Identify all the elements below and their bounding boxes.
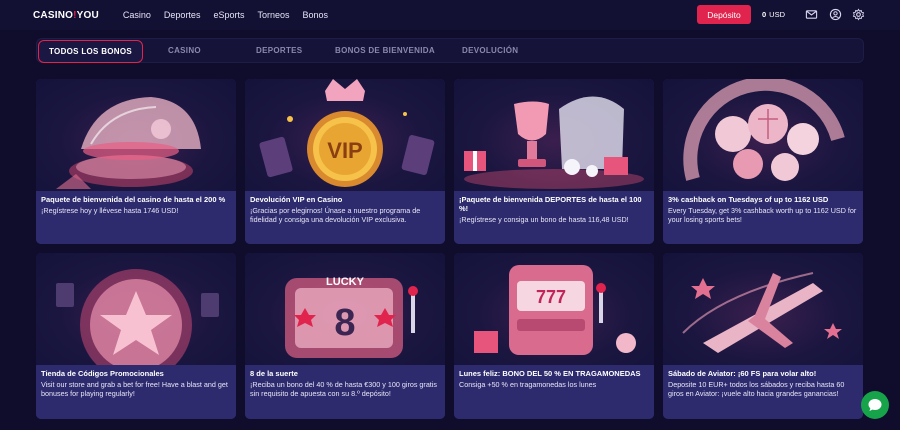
card-body: ¡Paquete de bienvenida DEPORTES de hasta… [454, 191, 654, 244]
sports-balls-illustration [663, 79, 863, 191]
card-body: Lunes feliz: BONO DEL 50 % EN TRAGAMONED… [454, 365, 654, 419]
main-nav: Casino Deportes eSports Torneos Bonos [123, 10, 328, 20]
bonus-card-lucky-8[interactable]: LUCKY 8 8 de la suerte ¡Reciba un bono d… [245, 253, 445, 419]
card-title: Tienda de Códigos Promocionales [41, 369, 164, 378]
bonus-card-happy-monday[interactable]: 777 Lunes feliz: BONO DEL 50 % EN TRAGAM… [454, 253, 654, 419]
bonus-card-casino-welcome[interactable]: Paquete de bienvenida del casino de hast… [36, 79, 236, 244]
balance-display[interactable]: 0 USD [762, 10, 785, 19]
tab-deportes[interactable]: DEPORTES [256, 46, 302, 55]
mail-icon[interactable] [805, 8, 818, 21]
card-description: ¡Reciba un bono del 40 % de hasta €300 y… [250, 380, 437, 398]
nav-torneos[interactable]: Torneos [257, 10, 289, 20]
tab-todos-los-bonos[interactable]: TODOS LOS BONOS [38, 40, 144, 63]
nav-deportes[interactable]: Deportes [164, 10, 201, 20]
card-title: ¡Paquete de bienvenida DEPORTES de hasta… [459, 195, 642, 213]
deposit-button[interactable]: Depósito [697, 5, 751, 24]
roulette-dome-illustration [36, 79, 236, 191]
tab-bonos-de-bienvenida[interactable]: BONOS DE BIENVENIDA [335, 46, 435, 55]
bonus-card-vip-cashback[interactable]: VIP Devolución VIP en Casino ¡Gracias po… [245, 79, 445, 244]
card-body: Paquete de bienvenida del casino de hast… [36, 191, 236, 244]
tab-devolucion[interactable]: DEVOLUCIÓN [462, 46, 518, 55]
bonus-card-promo-code-store[interactable]: Tienda de Códigos Promocionales Visit ou… [36, 253, 236, 419]
card-body: Tienda de Códigos Promocionales Visit ou… [36, 365, 236, 419]
star-chip-illustration [36, 253, 236, 365]
card-description: ¡Regístrese y consiga un bono de hasta 1… [459, 215, 629, 224]
card-title: Paquete de bienvenida del casino de hast… [41, 195, 226, 204]
logo-text-left: CASINO [33, 9, 74, 21]
bonus-card-aviator-saturday[interactable]: Sábado de Aviator: ¡60 FS para volar alt… [663, 253, 863, 419]
logo-text-right: YOU [76, 9, 99, 21]
card-title: Sábado de Aviator: ¡60 FS para volar alt… [668, 369, 817, 378]
bonus-card-tuesday-cashback[interactable]: 3% cashback on Tuesdays of up to 1162 US… [663, 79, 863, 244]
card-body: Devolución VIP en Casino ¡Gracias por el… [245, 191, 445, 244]
top-bar: CASINO!YOU Casino Deportes eSports Torne… [0, 0, 900, 30]
vip-coin-illustration: VIP [245, 79, 445, 191]
card-title: Lunes feliz: BONO DEL 50 % EN TRAGAMONED… [459, 369, 641, 378]
card-description: Every Tuesday, get 3% cashback worth up … [668, 206, 857, 224]
card-title: Devolución VIP en Casino [250, 195, 343, 204]
card-title: 3% cashback on Tuesdays of up to 1162 US… [668, 195, 829, 204]
slot-machine-illustration: 777 [454, 253, 654, 365]
support-chat-button[interactable] [861, 391, 889, 419]
bonus-filter-tabs: TODOS LOS BONOS CASINO DEPORTES BONOS DE… [36, 38, 864, 63]
user-icon[interactable] [829, 8, 842, 21]
balance-currency: USD [769, 10, 786, 19]
card-description: ¡Regístrese hoy y llévese hasta 1746 USD… [41, 206, 179, 215]
bonus-card-sports-welcome[interactable]: ¡Paquete de bienvenida DEPORTES de hasta… [454, 79, 654, 244]
card-body: Sábado de Aviator: ¡60 FS para volar alt… [663, 365, 863, 419]
card-body: 3% cashback on Tuesdays of up to 1162 US… [663, 191, 863, 244]
lucky-eight-text: 8 [334, 302, 355, 344]
card-description: Consiga +50 % en tragamonedas los lunes [459, 380, 597, 389]
settings-icon[interactable] [852, 8, 865, 21]
card-description: Deposite 10 EUR+ todos los sábados y rec… [668, 380, 845, 398]
card-description: Visit our store and grab a bet for free!… [41, 380, 228, 398]
lucky-sign-text: LUCKY [326, 276, 365, 288]
balance-amount: 0 [762, 10, 767, 19]
nav-bonos[interactable]: Bonos [303, 10, 329, 20]
nav-casino[interactable]: Casino [123, 10, 151, 20]
vip-coin-text: VIP [327, 138, 362, 163]
lucky-8-slot-illustration: LUCKY 8 [245, 253, 445, 365]
aviator-plane-illustration [663, 253, 863, 365]
slot-reels-text: 777 [536, 287, 566, 307]
card-body: 8 de la suerte ¡Reciba un bono del 40 % … [245, 365, 445, 419]
card-title: 8 de la suerte [250, 369, 298, 378]
trophy-gifts-illustration [454, 79, 654, 191]
card-description: ¡Gracias por elegirnos! Únase a nuestro … [250, 206, 421, 224]
casino-logo[interactable]: CASINO!YOU [33, 10, 99, 21]
tab-casino[interactable]: CASINO [168, 46, 201, 55]
chat-bubble-icon [868, 399, 882, 411]
nav-esports[interactable]: eSports [213, 10, 244, 20]
